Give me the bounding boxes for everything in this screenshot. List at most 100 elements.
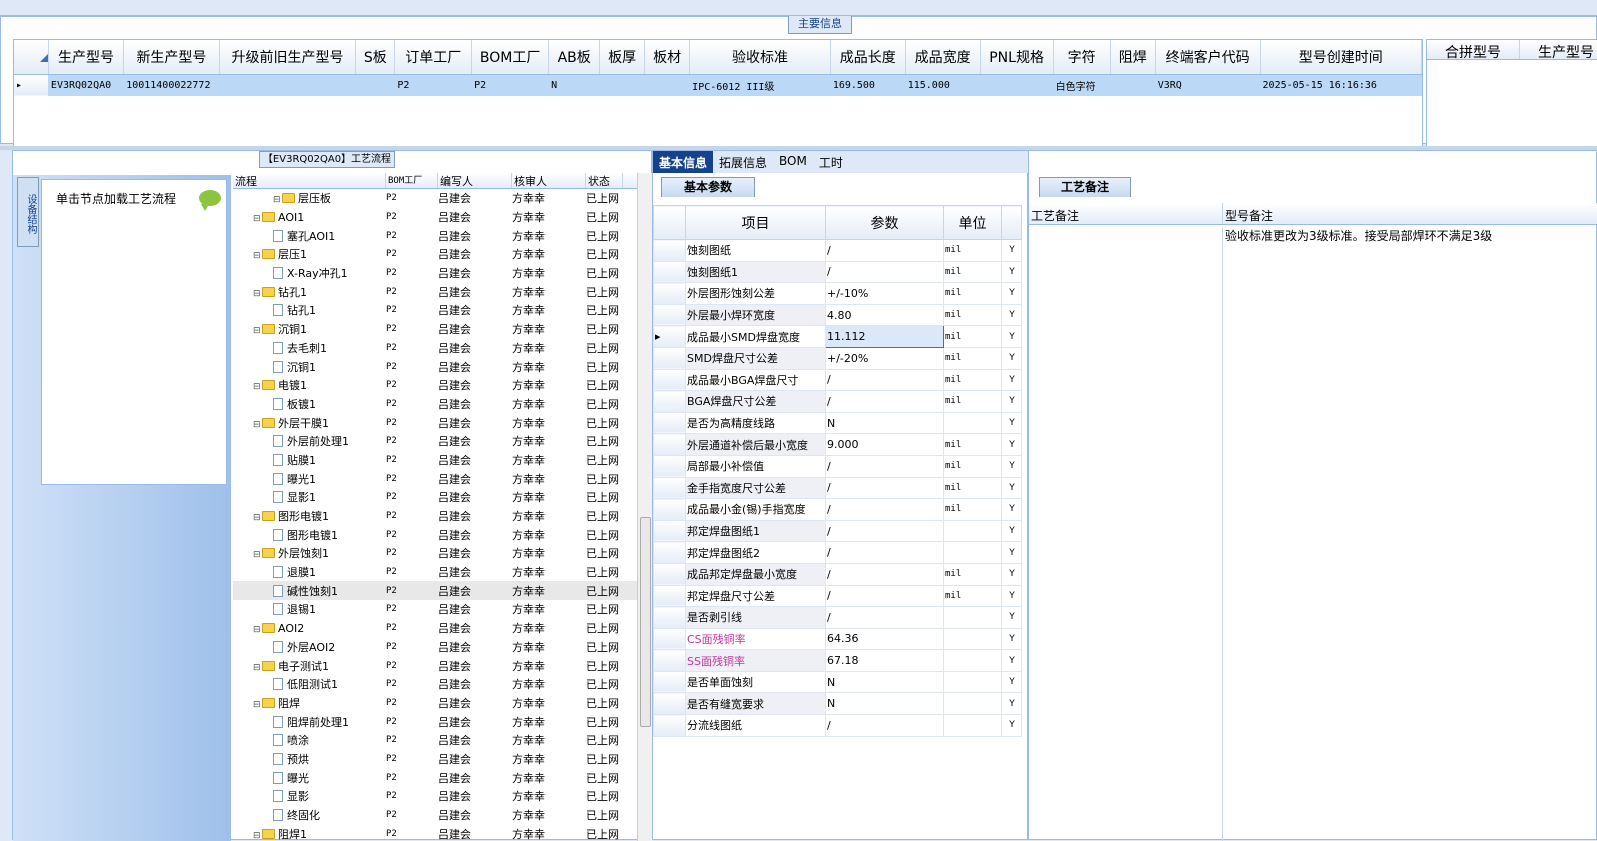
tree-row[interactable]: ⊟ 钻孔1 P2 吕建会 方幸幸 已上网 bbox=[233, 282, 653, 301]
table-cell[interactable]: P2 bbox=[471, 74, 550, 96]
tree-node[interactable]: 贴膜1 bbox=[233, 452, 386, 468]
tree-node[interactable]: 图形电镀1 bbox=[233, 527, 386, 543]
tree-node[interactable]: 喷涂 bbox=[233, 732, 386, 748]
table-cell[interactable] bbox=[599, 74, 646, 96]
param-value[interactable]: / bbox=[825, 562, 944, 586]
tree-row[interactable]: 低阻测试1 P2 吕建会 方幸幸 已上网 bbox=[233, 675, 653, 694]
column-header[interactable]: 型号创建时间 bbox=[1260, 40, 1422, 75]
tree-row[interactable]: ⊟ 层压1 P2 吕建会 方幸幸 已上网 bbox=[233, 245, 653, 264]
param-row[interactable]: 成品邦定焊盘最小宽度 / mil Y bbox=[653, 562, 1022, 586]
tree-node[interactable]: ⊟ 图形电镀1 bbox=[233, 508, 386, 524]
param-value[interactable]: / bbox=[825, 584, 944, 608]
column-header[interactable]: 型号备注 bbox=[1223, 203, 1597, 224]
param-row[interactable]: 成品最小BGA焊盘尺寸 / mil Y bbox=[653, 368, 1022, 392]
param-row[interactable]: 邦定焊盘尺寸公差 / mil Y bbox=[653, 584, 1022, 608]
param-value[interactable]: / bbox=[825, 260, 944, 284]
table-cell[interactable]: 10011400022772 bbox=[123, 74, 220, 96]
collapse-icon[interactable]: ⊟ bbox=[253, 289, 261, 299]
param-row[interactable]: 金手指宽度尺寸公差 / mil Y bbox=[653, 476, 1022, 500]
param-value[interactable]: N bbox=[825, 692, 944, 716]
tree-row[interactable]: ⊟ 阻焊 P2 吕建会 方幸幸 已上网 bbox=[233, 694, 653, 713]
column-header[interactable]: 核审人 bbox=[512, 173, 586, 188]
tree-node[interactable]: 终固化 bbox=[233, 807, 386, 823]
column-header[interactable]: BOM工厂 bbox=[386, 173, 438, 188]
param-value[interactable]: / bbox=[825, 606, 944, 629]
tree-node[interactable]: 去毛刺1 bbox=[233, 340, 386, 356]
param-row[interactable]: 分流线图纸 / Y bbox=[653, 714, 1022, 737]
param-value[interactable]: 9.000 bbox=[825, 433, 944, 456]
param-row[interactable]: 是否为高精度线路 N Y bbox=[653, 411, 1022, 435]
tree-node[interactable]: 板镀1 bbox=[233, 396, 386, 412]
tree-node[interactable]: 退膜1 bbox=[233, 564, 386, 580]
tree-row[interactable]: 塞孔AOI1 P2 吕建会 方幸幸 已上网 bbox=[233, 226, 653, 245]
table-cell[interactable] bbox=[980, 74, 1054, 96]
param-value[interactable]: +/-20% bbox=[825, 346, 944, 370]
column-header[interactable]: 阻焊 bbox=[1110, 40, 1156, 75]
tree-node[interactable]: 钻孔1 bbox=[233, 302, 386, 318]
tree-row[interactable]: 预烘 P2 吕建会 方幸幸 已上网 bbox=[233, 750, 653, 769]
tree-node[interactable]: ⊟ 钻孔1 bbox=[233, 284, 386, 300]
tree-node[interactable]: 沉铜1 bbox=[233, 359, 386, 375]
param-row[interactable]: 邦定焊盘图纸1/ Y bbox=[653, 519, 1022, 543]
tree-row[interactable]: 贴膜1 P2 吕建会 方幸幸 已上网 bbox=[233, 451, 653, 470]
tab-device-structure[interactable]: 设备结构 bbox=[17, 177, 39, 247]
column-header[interactable]: 流程 bbox=[233, 173, 386, 188]
tree-node[interactable]: ⊟ 电镀1 bbox=[233, 377, 386, 393]
column-header[interactable]: 项目 bbox=[685, 205, 826, 240]
tree-node[interactable]: 低阻测试1 bbox=[233, 676, 386, 692]
param-row[interactable]: 局部最小补偿值 / mil Y bbox=[653, 454, 1022, 478]
table-cell[interactable]: EV3RQ02QA0 bbox=[48, 74, 125, 96]
tree-row[interactable]: 终固化 P2 吕建会 方幸幸 已上网 bbox=[233, 806, 653, 825]
row-selector[interactable] bbox=[653, 260, 686, 284]
collapse-icon[interactable]: ⊟ bbox=[253, 214, 261, 224]
column-header[interactable]: 板材 bbox=[644, 40, 691, 75]
row-selector[interactable] bbox=[653, 282, 686, 305]
tree-row[interactable]: 显影 P2 吕建会 方幸幸 已上网 bbox=[233, 787, 653, 806]
param-value[interactable]: / bbox=[825, 368, 944, 392]
tree-row[interactable]: 显影1 P2 吕建会 方幸幸 已上网 bbox=[233, 488, 653, 507]
collapse-icon[interactable]: ⊟ bbox=[253, 251, 261, 261]
table-cell[interactable]: 115.000 bbox=[905, 74, 981, 96]
tree-row[interactable]: ⊟ AOI1 P2 吕建会 方幸幸 已上网 bbox=[233, 208, 653, 227]
tree-row[interactable]: 喷涂 P2 吕建会 方幸幸 已上网 bbox=[233, 731, 653, 750]
row-selector[interactable] bbox=[653, 627, 686, 651]
tree-row[interactable]: ⊟ 外层干膜1 P2 吕建会 方幸幸 已上网 bbox=[233, 413, 653, 432]
model-note-cell[interactable]: 验收标准更改为3级标准。接受局部焊环不满足3级 bbox=[1223, 227, 1492, 841]
tree-node[interactable]: 阻焊前处理1 bbox=[233, 714, 386, 730]
row-selector[interactable] bbox=[653, 454, 686, 478]
tree-node[interactable]: 塞孔AOI1 bbox=[233, 228, 386, 244]
row-selector[interactable] bbox=[653, 433, 686, 456]
collapse-icon[interactable]: ⊟ bbox=[253, 700, 261, 710]
table-cell[interactable] bbox=[219, 74, 357, 96]
collapse-icon[interactable]: ⊟ bbox=[253, 513, 261, 523]
param-value[interactable]: / bbox=[825, 541, 944, 564]
row-selector[interactable]: ▸ bbox=[653, 325, 686, 348]
tree-node[interactable]: X-Ray冲孔1 bbox=[233, 265, 386, 281]
tree-node[interactable]: ⊟ 外层干膜1 bbox=[233, 415, 386, 431]
param-row[interactable]: BGA焊盘尺寸公差 / mil Y bbox=[653, 390, 1022, 413]
column-header[interactable]: 验收标准 bbox=[689, 40, 831, 75]
tree-row[interactable]: ⊟ 电镀1 P2 吕建会 方幸幸 已上网 bbox=[233, 376, 653, 395]
column-header[interactable]: 成品宽度 bbox=[905, 40, 981, 75]
collapse-icon[interactable]: ⊟ bbox=[253, 663, 261, 673]
tree-node[interactable]: ⊟ AOI1 bbox=[233, 211, 386, 224]
column-header[interactable]: 板厚 bbox=[599, 40, 646, 75]
column-header[interactable]: 状态 bbox=[586, 173, 623, 188]
column-header[interactable]: AB板 bbox=[548, 40, 601, 75]
param-row[interactable]: 外层通道补偿后最小宽度 9.000 mil Y bbox=[653, 433, 1022, 456]
column-header[interactable]: 生产型号 bbox=[1520, 40, 1597, 61]
collapse-icon[interactable]: ⊟ bbox=[253, 382, 261, 392]
param-row[interactable]: 邦定焊盘图纸2/ Y bbox=[653, 541, 1022, 564]
tab-2[interactable]: BOM bbox=[773, 151, 813, 173]
row-selector[interactable] bbox=[653, 670, 686, 694]
column-header[interactable] bbox=[1001, 205, 1022, 240]
row-selector[interactable] bbox=[653, 303, 686, 327]
tree-node[interactable]: ⊟ 电子测试1 bbox=[233, 658, 386, 674]
param-row[interactable]: SMD焊盘尺寸公差 +/-20% mil Y bbox=[653, 346, 1022, 370]
row-selector[interactable] bbox=[653, 649, 686, 672]
row-selector[interactable] bbox=[653, 562, 686, 586]
tree-node[interactable]: ⊟ 层压板 bbox=[233, 190, 386, 206]
param-value[interactable]: 4.80 bbox=[825, 303, 944, 327]
param-row[interactable]: 是否有缝宽要求 N Y bbox=[653, 692, 1022, 716]
tree-row[interactable]: 碱性蚀刻1 P2 吕建会 方幸幸 已上网 bbox=[233, 581, 653, 601]
